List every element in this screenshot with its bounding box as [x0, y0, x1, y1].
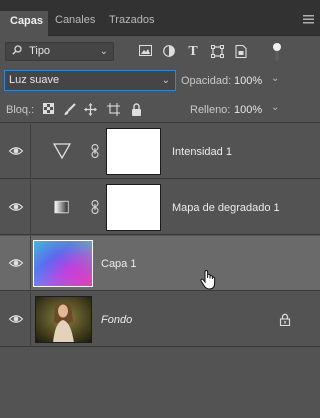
layer-thumbnail[interactable]	[35, 296, 92, 343]
chevron-down-icon: ⌄	[161, 75, 170, 86]
layer-name[interactable]: Intensidad 1	[172, 146, 232, 158]
filter-toggle-icon[interactable]	[270, 42, 284, 61]
eye-icon[interactable]	[9, 146, 23, 156]
filter-type-value: Tipo	[29, 45, 51, 57]
opacity-label: Opacidad:	[181, 75, 232, 87]
eye-icon[interactable]	[9, 202, 23, 212]
tab-canales[interactable]: Canales	[55, 11, 95, 36]
visibility-divider	[30, 180, 31, 235]
fill-label: Relleno:	[190, 104, 231, 116]
layer-thumbnail[interactable]	[33, 240, 93, 287]
layer-mask-thumbnail[interactable]	[106, 128, 161, 175]
hand-cursor-icon	[200, 270, 216, 290]
layer-filter-bar: Tipo ⌄ T	[0, 36, 320, 66]
eye-icon[interactable]	[9, 314, 23, 324]
panel-tab-bar: Capas Canales Trazados	[0, 0, 320, 36]
image-filter-icon[interactable]	[138, 45, 152, 59]
blend-mode-bar: Luz suave ⌄ Opacidad: 100% ⌄	[0, 66, 320, 94]
blend-mode-value: Luz suave	[9, 74, 60, 86]
layer-row-fondo[interactable]: Fondo	[0, 292, 320, 347]
layer-name[interactable]: Capa 1	[101, 258, 136, 270]
search-icon	[12, 45, 25, 57]
layer-row-capa-1[interactable]: Capa 1	[0, 236, 320, 291]
vibrance-icon	[53, 143, 71, 159]
gradient-map-icon	[54, 200, 69, 214]
shape-filter-icon[interactable]	[210, 45, 224, 59]
layer-row-intensidad[interactable]: Intensidad 1	[0, 124, 320, 179]
eye-icon[interactable]	[9, 258, 23, 268]
visibility-divider	[30, 124, 31, 179]
lock-transparent-icon[interactable]	[42, 103, 55, 116]
adjustment-filter-icon[interactable]	[162, 45, 176, 59]
opacity-value[interactable]: 100%	[234, 75, 262, 87]
chevron-down-icon: ⌄	[99, 46, 108, 57]
tab-capas[interactable]: Capas	[0, 11, 48, 36]
smart-object-filter-icon[interactable]	[234, 44, 248, 59]
lock-label: Bloq.:	[6, 104, 35, 116]
link-icon[interactable]	[91, 143, 99, 161]
layer-row-mapa-degradado[interactable]: Mapa de degradado 1	[0, 180, 320, 235]
lock-fill-bar: Bloq.: Relleno: 100% ⌄	[0, 94, 320, 123]
layers-list: Intensidad 1 Mapa de degradado 1 Capa 1 …	[0, 124, 320, 418]
fill-chevron-icon[interactable]: ⌄	[271, 102, 279, 113]
opacity-chevron-icon[interactable]: ⌄	[271, 73, 279, 84]
blend-mode-select[interactable]: Luz suave ⌄	[4, 70, 176, 91]
lock-position-icon[interactable]	[84, 103, 97, 116]
visibility-divider	[30, 292, 31, 347]
type-filter-icon[interactable]: T	[186, 45, 200, 59]
link-icon[interactable]	[91, 199, 99, 217]
layer-mask-thumbnail[interactable]	[106, 184, 161, 231]
hamburger-icon[interactable]	[303, 14, 314, 26]
layer-name[interactable]: Mapa de degradado 1	[172, 202, 280, 214]
tab-trazados[interactable]: Trazados	[109, 11, 154, 36]
fill-value[interactable]: 100%	[234, 104, 262, 116]
lock-image-icon[interactable]	[63, 103, 76, 116]
layer-name[interactable]: Fondo	[101, 314, 132, 326]
visibility-divider	[30, 236, 31, 291]
filter-type-select[interactable]: Tipo ⌄	[5, 42, 114, 61]
lock-icon[interactable]	[279, 313, 291, 326]
lock-all-icon[interactable]	[130, 103, 143, 116]
artboard-icon[interactable]	[107, 103, 120, 116]
